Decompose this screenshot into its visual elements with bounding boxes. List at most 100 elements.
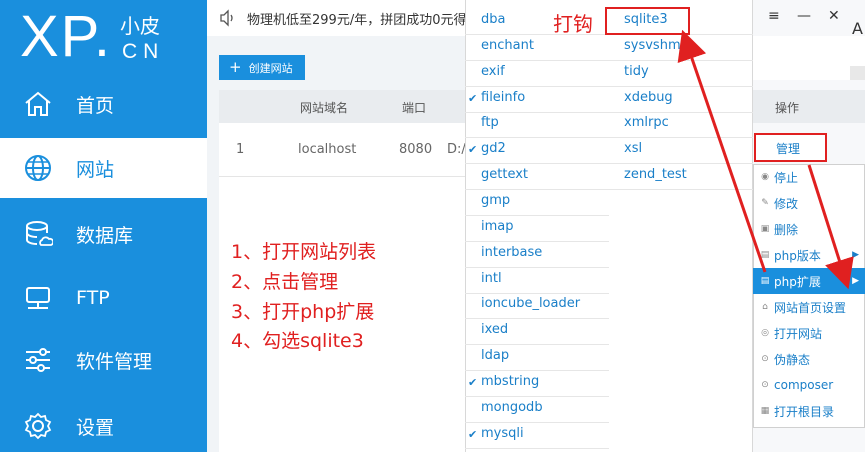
extension-item-exif[interactable]: exif: [481, 64, 505, 79]
divider: [465, 59, 609, 61]
toolbar-strip: [753, 36, 865, 80]
row-port: 8080: [399, 142, 433, 157]
submenu-arrow-icon: ▶: [852, 250, 859, 260]
manage-label[interactable]: 管理: [776, 140, 800, 157]
context-menu-label: composer: [774, 378, 834, 392]
sidebar-item-label: 网站: [76, 158, 115, 181]
extension-item-enchant[interactable]: enchant: [481, 38, 534, 53]
edit-icon: ✎: [761, 198, 769, 208]
extension-item-tidy[interactable]: tidy: [624, 64, 649, 79]
checkmark-icon: ✔: [468, 91, 478, 105]
extension-item-gmp[interactable]: gmp: [481, 193, 510, 208]
instruction-step-4: 4、勾选sqlite3: [231, 330, 364, 352]
create-website-label: 创建网站: [248, 61, 293, 75]
context-menu-item[interactable]: ▣ 删除: [753, 216, 865, 242]
context-menu-item[interactable]: ⊙ composer: [753, 372, 865, 398]
context-menu-label: 打开网站: [774, 326, 823, 341]
home-icon: [22, 88, 54, 120]
context-menu-item[interactable]: ⌂ 网站首页设置: [753, 294, 865, 320]
context-menu-label: php版本: [774, 248, 821, 263]
context-menu-label: 网站首页设置: [774, 300, 847, 315]
extension-item-gd2[interactable]: gd2: [481, 141, 506, 156]
folder-icon: ▦: [760, 406, 770, 416]
speaker-icon: [219, 9, 237, 31]
divider: [609, 137, 753, 139]
extension-item-ftp[interactable]: ftp: [481, 115, 499, 130]
globe-icon: [22, 152, 54, 184]
row-path: D:/: [447, 142, 466, 157]
open-site-icon: ◎: [761, 328, 769, 338]
divider: [465, 395, 609, 397]
extension-item-mongodb[interactable]: mongodb: [481, 400, 543, 415]
row-domain: localhost: [298, 142, 357, 157]
divider: [465, 344, 609, 346]
extension-item-mbstring[interactable]: mbstring: [481, 374, 539, 389]
minimize-icon[interactable]: —: [797, 8, 811, 24]
sidebar-item-software[interactable]: 软件管理: [0, 330, 207, 390]
server-icon: [22, 282, 54, 314]
divider: [609, 59, 753, 61]
submenu-arrow-icon: ▶: [852, 276, 859, 286]
sidebar-item-ftp[interactable]: FTP: [0, 268, 207, 328]
divider: [465, 240, 609, 242]
extension-item-fileinfo[interactable]: fileinfo: [481, 90, 525, 105]
column-header-port: 端口: [402, 101, 427, 115]
column-header-domain: 网站域名: [300, 101, 349, 115]
sidebar-item-home[interactable]: 首页: [0, 74, 207, 134]
context-menu-item[interactable]: ▤ php版本 ▶: [753, 242, 865, 268]
sidebar-item-label: 数据库: [76, 224, 134, 247]
sidebar-item-label: 首页: [76, 94, 115, 117]
truncated-control: [850, 66, 865, 80]
sidebar-item-settings[interactable]: 设置: [0, 396, 207, 452]
context-menu-item[interactable]: ✎ 修改: [753, 190, 865, 216]
context-menu-label: 删除: [774, 222, 799, 237]
context-menu-label: 修改: [774, 196, 799, 211]
extension-item-intl[interactable]: intl: [481, 271, 502, 286]
sidebar-item-website[interactable]: 网站: [0, 138, 207, 198]
sidebar-item-label: 软件管理: [76, 350, 153, 373]
context-menu-item[interactable]: ▤ php扩展 ▶: [753, 268, 865, 294]
extension-item-zend_test[interactable]: zend_test: [624, 167, 687, 182]
divider: [465, 85, 609, 87]
context-menu-item[interactable]: ◉ 停止: [753, 164, 865, 190]
context-menu-item[interactable]: ⊙ 伪静态: [753, 346, 865, 372]
divider: [465, 318, 609, 320]
extension-item-xsl[interactable]: xsl: [624, 141, 642, 156]
sqlite3-highlight-box: [605, 7, 690, 35]
divider: [609, 189, 753, 191]
instruction-step-2: 2、点击管理: [231, 271, 339, 293]
context-menu-item[interactable]: ◎ 打开网站: [753, 320, 865, 346]
table-header-right: [753, 90, 865, 123]
extension-item-xmlrpc[interactable]: xmlrpc: [624, 115, 669, 130]
divider: [465, 189, 609, 191]
notice-text[interactable]: 物理机低至299元/年，拼团成功0元得: [247, 9, 466, 28]
sidebar: XP. 小皮 CN 首页 网站 数据库 FTP 软件管理 设置: [0, 0, 207, 452]
extension-item-mysqli[interactable]: mysqli: [481, 426, 524, 441]
sidebar-item-label: FTP: [76, 287, 110, 309]
context-menu-item[interactable]: ▦ 打开根目录: [753, 398, 865, 424]
create-website-button[interactable]: + 创建网站: [219, 55, 305, 80]
divider: [609, 85, 753, 87]
extension-item-dba[interactable]: dba: [481, 12, 505, 27]
extension-item-ldap[interactable]: ldap: [481, 348, 509, 363]
extension-item-interbase[interactable]: interbase: [481, 245, 542, 260]
extension-item-xdebug[interactable]: xdebug: [624, 90, 673, 105]
menu-icon[interactable]: ≡: [768, 8, 780, 24]
close-icon[interactable]: ✕: [828, 8, 840, 24]
extension-item-sysvshm[interactable]: sysvshm: [624, 38, 681, 53]
context-menu-label: php扩展: [774, 274, 821, 289]
divider: [465, 137, 609, 139]
logo-sub: CN: [122, 40, 165, 63]
instruction-step-3: 3、打开php扩展: [231, 301, 375, 323]
divider: [465, 266, 609, 268]
trash-icon: ▣: [760, 224, 770, 234]
divider: [465, 214, 609, 216]
extension-item-gettext[interactable]: gettext: [481, 167, 528, 182]
check-hint-annotation: 打钩: [553, 12, 593, 36]
extension-item-ioncube_loader[interactable]: ioncube_loader: [481, 296, 580, 311]
extension-item-ixed[interactable]: ixed: [481, 322, 508, 337]
app-logo: XP. 小皮 CN: [20, 4, 200, 74]
stop-icon: ◉: [761, 172, 769, 182]
sidebar-item-database[interactable]: 数据库: [0, 204, 207, 264]
extension-item-imap[interactable]: imap: [481, 219, 514, 234]
